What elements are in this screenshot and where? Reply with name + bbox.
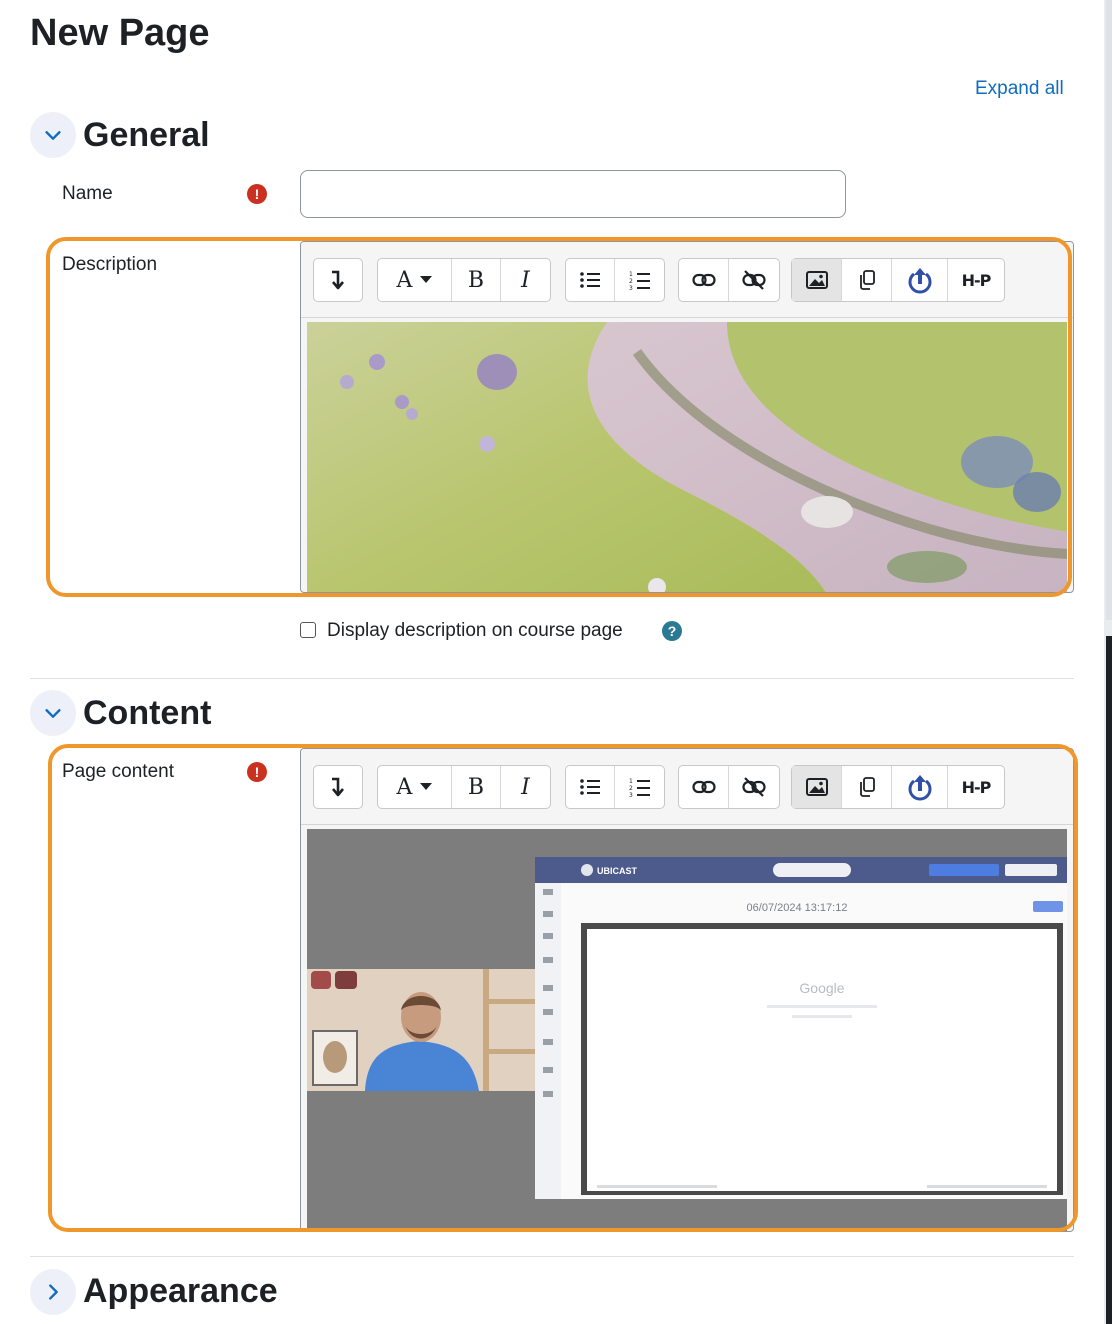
unordered-list-button[interactable] bbox=[566, 259, 615, 301]
svg-text:3: 3 bbox=[629, 285, 633, 290]
ordered-list-button[interactable]: 123 bbox=[615, 766, 664, 808]
h5p-button[interactable]: H-P bbox=[948, 766, 1004, 808]
appearance-expand-button[interactable] bbox=[30, 1269, 76, 1315]
arrow-down-turn-icon bbox=[332, 270, 344, 290]
paragraph-style-button[interactable]: A bbox=[378, 766, 452, 808]
recording-timestamp: 06/07/2024 13:17:12 bbox=[747, 902, 848, 914]
svg-text:1: 1 bbox=[629, 778, 633, 785]
chevron-down-icon bbox=[45, 709, 61, 718]
arrow-down-turn-icon bbox=[332, 777, 344, 797]
required-icon: ! bbox=[247, 762, 267, 782]
image-icon bbox=[805, 778, 828, 796]
h5p-icon: H-P bbox=[961, 270, 992, 290]
numbered-list-icon: 123 bbox=[629, 271, 650, 290]
show-more-buttons[interactable] bbox=[314, 259, 362, 301]
svg-text:3: 3 bbox=[629, 792, 633, 797]
section-title-content: Content bbox=[83, 694, 212, 732]
expand-all-link[interactable]: Expand all bbox=[975, 78, 1064, 100]
italic-button[interactable]: I bbox=[501, 766, 550, 808]
help-icon[interactable]: ? bbox=[662, 621, 682, 641]
unlink-button[interactable] bbox=[729, 766, 779, 808]
google-logo: Google bbox=[799, 980, 844, 996]
media-upload-button[interactable] bbox=[892, 766, 948, 808]
link-button[interactable] bbox=[679, 766, 729, 808]
italic-icon: I bbox=[521, 267, 530, 293]
page-content-editor[interactable]: A B I 123 H-P UBICAST 06/07/2024 13:17:1… bbox=[300, 748, 1074, 1232]
chevron-down-icon bbox=[45, 131, 61, 140]
italic-icon: I bbox=[521, 774, 530, 800]
caret-down-icon bbox=[420, 276, 433, 283]
bold-button[interactable]: B bbox=[452, 766, 501, 808]
name-input[interactable] bbox=[300, 170, 846, 218]
section-divider bbox=[30, 1256, 1074, 1257]
copy-icon bbox=[859, 777, 875, 797]
copy-button[interactable] bbox=[842, 259, 892, 301]
media-upload-button[interactable] bbox=[892, 259, 948, 301]
link-button[interactable] bbox=[679, 259, 729, 301]
bullet-list-icon bbox=[580, 779, 600, 795]
page-content-label: Page content bbox=[62, 761, 174, 782]
bold-icon: B bbox=[467, 774, 485, 800]
general-collapse-button[interactable] bbox=[30, 112, 76, 158]
svg-text:1: 1 bbox=[629, 271, 633, 278]
section-title-appearance: Appearance bbox=[83, 1272, 278, 1310]
copy-icon bbox=[859, 270, 875, 290]
show-more-buttons[interactable] bbox=[314, 766, 362, 808]
ordered-list-button[interactable]: 123 bbox=[615, 259, 664, 301]
editor-toolbar: A B I 123 H-P bbox=[301, 242, 1073, 318]
display-description-checkbox[interactable] bbox=[300, 622, 316, 638]
required-icon: ! bbox=[247, 184, 267, 204]
scrollbar-track bbox=[1106, 0, 1112, 620]
upload-icon bbox=[908, 775, 931, 801]
bold-button[interactable]: B bbox=[452, 259, 501, 301]
section-title-general: General bbox=[83, 116, 210, 154]
font-style-icon: A bbox=[396, 774, 413, 800]
svg-text:2: 2 bbox=[629, 785, 633, 792]
bold-icon: B bbox=[467, 267, 485, 293]
description-label: Description bbox=[62, 254, 158, 275]
insert-image-button[interactable] bbox=[792, 766, 842, 808]
ubicast-logo: UBICAST bbox=[597, 866, 638, 876]
scrollbar-thumb[interactable] bbox=[1106, 636, 1112, 1324]
description-content-area[interactable] bbox=[307, 322, 1067, 592]
page-content-area[interactable]: UBICAST 06/07/2024 13:17:12 Google bbox=[307, 829, 1067, 1231]
chevron-right-icon bbox=[49, 1284, 58, 1300]
display-description-label: Display description on course page bbox=[327, 620, 623, 641]
paragraph-style-button[interactable]: A bbox=[378, 259, 452, 301]
h5p-icon: H-P bbox=[961, 777, 992, 797]
caret-down-icon bbox=[420, 783, 433, 790]
upload-icon bbox=[908, 268, 931, 294]
unlink-icon bbox=[742, 270, 766, 290]
copy-button[interactable] bbox=[842, 766, 892, 808]
italic-button[interactable]: I bbox=[501, 259, 550, 301]
link-icon bbox=[691, 780, 716, 794]
image-icon bbox=[805, 271, 828, 289]
insert-image-button[interactable] bbox=[792, 259, 842, 301]
bullet-list-icon bbox=[580, 272, 600, 288]
description-editor[interactable]: A B I 123 H-P bbox=[300, 241, 1074, 593]
name-label: Name bbox=[62, 183, 113, 204]
section-divider bbox=[30, 678, 1074, 679]
svg-text:2: 2 bbox=[629, 278, 633, 285]
window-edge bbox=[1104, 0, 1112, 1324]
h5p-button[interactable]: H-P bbox=[948, 259, 1004, 301]
font-style-icon: A bbox=[396, 267, 413, 293]
numbered-list-icon: 123 bbox=[629, 778, 650, 797]
content-collapse-button[interactable] bbox=[30, 690, 76, 736]
editor-toolbar: A B I 123 H-P bbox=[301, 749, 1073, 825]
link-icon bbox=[691, 273, 716, 287]
unlink-button[interactable] bbox=[729, 259, 779, 301]
page-title: New Page bbox=[30, 12, 210, 54]
video-recording-image: UBICAST 06/07/2024 13:17:12 Google bbox=[307, 829, 1067, 1231]
unordered-list-button[interactable] bbox=[566, 766, 615, 808]
garden-stream-image bbox=[307, 322, 1067, 592]
unlink-icon bbox=[742, 777, 766, 797]
